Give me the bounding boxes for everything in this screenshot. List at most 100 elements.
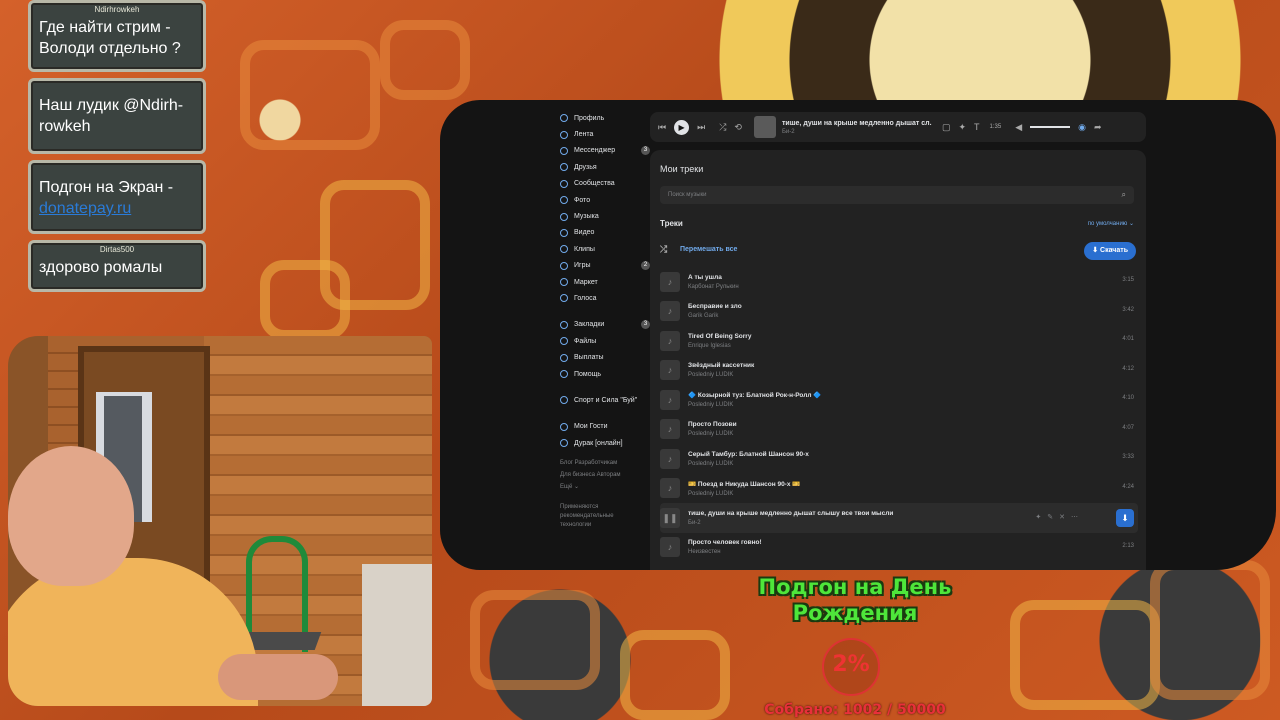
sparkle-icon[interactable]: ✦	[958, 122, 966, 133]
music-note-icon[interactable]: ♪	[660, 389, 680, 410]
sidebar-item[interactable]: Выплаты	[560, 349, 650, 365]
track-row[interactable]: ❚❚ тише, души на крыше медленно дышат слы…	[660, 503, 1138, 533]
webcam-person-hand	[218, 654, 338, 700]
track-artist[interactable]: Posledniy LUDIK	[688, 402, 821, 408]
track-title[interactable]: Бесправие и зло	[688, 303, 742, 310]
sidebar-item[interactable]: Дурак [онлайн]	[560, 435, 650, 451]
chat-message: Подгон на Экран - donatepay.ru	[28, 160, 206, 234]
sidebar-main: Профиль Лента Мессенджер 3 Друзья Сообщества Ф…	[560, 110, 650, 307]
track-artist[interactable]: Карбонат Рулькин	[688, 284, 739, 290]
sidebar-item-label: Мои Гости	[574, 423, 608, 431]
recommendation-note: Применяются рекомендательные технологии	[560, 504, 614, 529]
track-artist[interactable]: Garik Garik	[688, 313, 742, 319]
donation-title: Подгон на День Рождения	[758, 575, 952, 625]
track-row[interactable]: ♪ Серый Тамбур: Блатной Шансон 90-х Posled…	[660, 444, 1138, 474]
track-row[interactable]: ♪ Просто человек говно! Неизвестен 2:13	[660, 533, 1138, 563]
track-title[interactable]: тише, души на крыше медленно дышат слышу…	[688, 510, 893, 517]
music-note-icon[interactable]: ♪	[660, 478, 680, 499]
track-row[interactable]: ♪ Tired Of Being Sorry Enrique Iglesias 4:0…	[660, 326, 1138, 356]
now-playing[interactable]: тише, души на крыше медленно дышат сл...…	[782, 120, 932, 135]
track-row[interactable]: ♪ Бесправие и зло Garik Garik 3:42	[660, 297, 1138, 327]
track-artist[interactable]: Неизвестен	[688, 549, 762, 555]
track-actions[interactable]: ✦✎✕⋯	[1035, 513, 1084, 521]
sidebar-item[interactable]: Файлы	[560, 333, 650, 349]
music-note-icon[interactable]: ♪	[660, 301, 680, 322]
music-note-icon[interactable]: ♪	[660, 448, 680, 469]
track-title[interactable]: Просто человек говно!	[688, 539, 762, 546]
track-title[interactable]: 🎫 Поезд в Никуда Шансон 90-х 🎫	[688, 480, 800, 488]
download-button[interactable]: ⬇ Скачать	[1084, 242, 1136, 260]
shuffle-icon[interactable]: ⤮	[719, 122, 726, 133]
play-icon[interactable]: ▶	[674, 119, 690, 135]
sidebar-item[interactable]: Фото	[560, 192, 650, 208]
track-title[interactable]: Просто Позови	[688, 421, 737, 428]
track-row[interactable]: ♪ 🎫 Поезд в Никуда Шансон 90-х 🎫 Posledniy…	[660, 474, 1138, 504]
track-title[interactable]: 🔷 Козырной туз: Блатной Рок-н-Ролл 🔷	[688, 391, 821, 399]
sidebar-item[interactable]: Лента	[560, 126, 650, 142]
sidebar-item[interactable]: Помощь	[560, 366, 650, 382]
volume-icon[interactable]: ◀	[1015, 122, 1022, 133]
track-row[interactable]: ♪ 🔷 Козырной туз: Блатной Рок-н-Ролл 🔷 Pos…	[660, 385, 1138, 415]
page-title: Мои треки	[660, 164, 704, 174]
track-row[interactable]: ♪ Звёздный кассетник Posledniy LUDIK 4:12	[660, 356, 1138, 386]
track-title[interactable]: Tired Of Being Sorry	[688, 333, 751, 340]
sidebar-item[interactable]: Мои Гости	[560, 419, 650, 435]
footer-link-row[interactable]: Для бизнеса Авторам	[560, 469, 650, 481]
track-artist[interactable]: Enrique Iglesias	[688, 343, 751, 349]
sidebar-item[interactable]: Голоса	[560, 290, 650, 306]
chat-text: Где найти стрим - Володи отдельно ?	[39, 19, 181, 57]
sidebar-item[interactable]: Музыка	[560, 208, 650, 224]
next-icon[interactable]: ⏭	[697, 122, 705, 133]
track-info: Tired Of Being Sorry Enrique Iglesias	[688, 333, 751, 349]
music-note-icon[interactable]: ♪	[660, 419, 680, 440]
track-title[interactable]: Серый Тамбур: Блатной Шансон 90-х	[688, 451, 809, 458]
sidebar-item[interactable]: Маркет	[560, 274, 650, 290]
download-track-icon[interactable]: ⬇	[1116, 509, 1134, 527]
dislike-icon[interactable]: ▢	[942, 122, 951, 133]
sidebar-item[interactable]: Клипы	[560, 241, 650, 257]
music-note-icon[interactable]: ♪	[660, 330, 680, 351]
sidebar-item-label: Голоса	[574, 294, 597, 302]
track-title[interactable]: А ты ушла	[688, 274, 739, 281]
track-artist[interactable]: Posledniy LUDIK	[688, 491, 800, 497]
sidebar-item[interactable]: Профиль	[560, 110, 650, 126]
track-artist[interactable]: Posledniy LUDIK	[688, 372, 754, 378]
payouts-icon	[560, 353, 568, 362]
sidebar-item[interactable]: Мессенджер 3	[560, 143, 650, 159]
track-artist[interactable]: Posledniy LUDIK	[688, 431, 737, 437]
sidebar-item[interactable]: Друзья	[560, 159, 650, 175]
track-artist[interactable]: Posledniy LUDIK	[688, 461, 809, 467]
broadcast-icon[interactable]: ◉	[1078, 122, 1086, 133]
shuffle-all-button[interactable]: ⤮ Перемешать все	[660, 244, 737, 255]
share-icon[interactable]: ➦	[1094, 122, 1102, 133]
volume-slider[interactable]	[1030, 126, 1071, 128]
sidebar-item[interactable]: Закладки 3	[560, 317, 650, 333]
now-playing-title: тише, души на крыше медленно дышат сл...	[781, 119, 932, 127]
sidebar-item[interactable]: Сообщества	[560, 176, 650, 192]
music-note-icon[interactable]: ♪	[660, 360, 680, 381]
help-icon	[560, 370, 568, 379]
sort-dropdown[interactable]: по умолчанию ⌄	[1088, 220, 1134, 227]
previous-icon[interactable]: ⏮	[658, 122, 666, 133]
donation-link[interactable]: donatepay.ru	[39, 200, 131, 217]
repeat-icon[interactable]: ⟲	[734, 122, 742, 133]
track-row[interactable]: ♪ Просто Позови Posledniy LUDIK 4:07	[660, 415, 1138, 445]
track-list: ♪ А ты ушла Карбонат Рулькин 3:15 ♪ Бесправие…	[660, 267, 1138, 562]
music-note-icon[interactable]: ♪	[660, 537, 680, 558]
track-duration: 3:15	[1122, 277, 1134, 283]
footer-link-row[interactable]: Блог Разработчикам	[560, 457, 650, 469]
track-row[interactable]: ♪ А ты ушла Карбонат Рулькин 3:15	[660, 267, 1138, 297]
track-title[interactable]: Звёздный кассетник	[688, 362, 754, 369]
lyrics-icon[interactable]: T	[974, 122, 980, 132]
app-icon	[560, 439, 568, 448]
sidebar-item[interactable]: Игры 2	[560, 258, 650, 274]
sidebar-item[interactable]: Видео	[560, 225, 650, 241]
music-note-icon[interactable]: ♪	[660, 271, 680, 292]
chat-message: Dirtas500 здорово ромалы	[28, 240, 206, 292]
footer-more-link[interactable]: Ещё ⌄	[560, 481, 650, 493]
pause-icon[interactable]: ❚❚	[660, 507, 680, 528]
music-search-input[interactable]: Поиск музыки ⌕	[660, 186, 1134, 204]
track-artist[interactable]: Би-2	[688, 520, 893, 526]
search-icon[interactable]: ⌕	[1122, 186, 1126, 204]
sidebar-item[interactable]: Спорт и Сила "Буй"	[560, 392, 650, 408]
